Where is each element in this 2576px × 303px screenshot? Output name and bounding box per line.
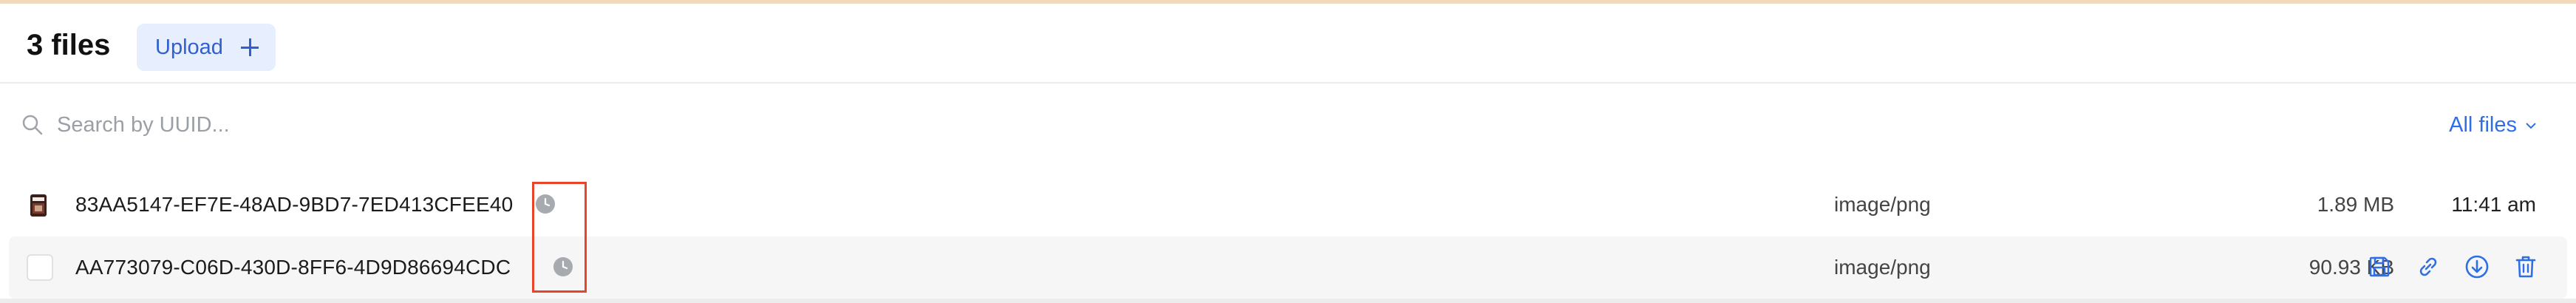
search-input[interactable] xyxy=(57,110,722,140)
page-header: 3 files Upload xyxy=(0,4,2576,84)
plus-icon xyxy=(240,38,259,56)
highlight-box xyxy=(532,182,587,293)
all-files-filter[interactable]: All files xyxy=(2449,113,2538,137)
file-size: 1.89 MB xyxy=(2317,193,2394,216)
copy-link-button[interactable] xyxy=(2415,251,2442,282)
file-type: image/png xyxy=(1834,256,1931,279)
delete-button[interactable] xyxy=(2512,251,2539,282)
file-row[interactable]: 83AA5147-EF7E-48AD-9BD7-7ED413CFEE40 ima… xyxy=(9,174,2567,236)
file-uuid: AA773079-C06D-430D-8FF6-4D9D86694CDC xyxy=(75,256,511,279)
save-icon xyxy=(2369,256,2390,277)
save-button[interactable] xyxy=(2366,251,2393,282)
row-checkbox[interactable] xyxy=(27,254,53,281)
link-icon xyxy=(2419,257,2437,276)
search-icon xyxy=(22,115,43,135)
file-type: image/png xyxy=(1834,193,1931,216)
page-title: 3 files xyxy=(27,29,111,61)
file-time: 11:41 am xyxy=(2451,193,2536,216)
download-button[interactable] xyxy=(2464,251,2490,282)
upload-button-label: Upload xyxy=(155,35,223,59)
file-uuid: 83AA5147-EF7E-48AD-9BD7-7ED413CFEE40 xyxy=(75,193,514,216)
search-bar: All files xyxy=(0,84,2576,168)
file-row[interactable]: AA773079-C06D-430D-8FF6-4D9D86694CDC ima… xyxy=(9,236,2567,299)
trash-icon xyxy=(2515,256,2536,278)
upload-button[interactable]: Upload xyxy=(137,24,276,71)
bottom-divider xyxy=(0,299,2576,303)
image-thumbnail xyxy=(25,191,52,218)
chevron-down-icon xyxy=(2526,122,2536,129)
download-icon xyxy=(2465,255,2489,279)
filter-label: All files xyxy=(2449,113,2517,137)
row-actions xyxy=(2366,251,2539,282)
